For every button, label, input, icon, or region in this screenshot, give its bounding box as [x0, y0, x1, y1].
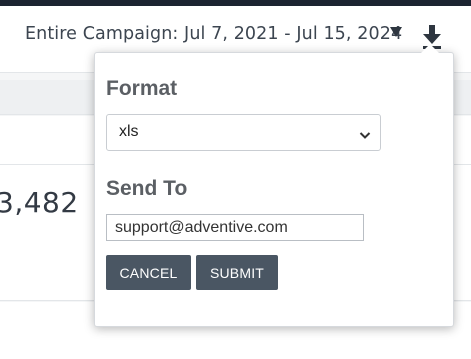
popover-arrow: [421, 44, 439, 53]
format-label: Format: [106, 77, 178, 100]
stat-value: 3,482: [0, 186, 79, 219]
format-select-value: xls: [119, 123, 139, 140]
campaign-date-range[interactable]: Entire Campaign: Jul 7, 2021 - Jul 15, 2…: [25, 24, 402, 44]
export-popover: Format xls Send To CANCEL SUBMIT: [94, 44, 454, 327]
cancel-button[interactable]: CANCEL: [106, 255, 191, 290]
chevron-down-icon: [359, 126, 371, 139]
format-select[interactable]: xls: [106, 114, 381, 151]
submit-button[interactable]: SUBMIT: [196, 255, 278, 290]
caret-down-icon[interactable]: [390, 27, 402, 37]
send-to-label: Send To: [106, 177, 188, 200]
email-field[interactable]: [106, 214, 364, 241]
